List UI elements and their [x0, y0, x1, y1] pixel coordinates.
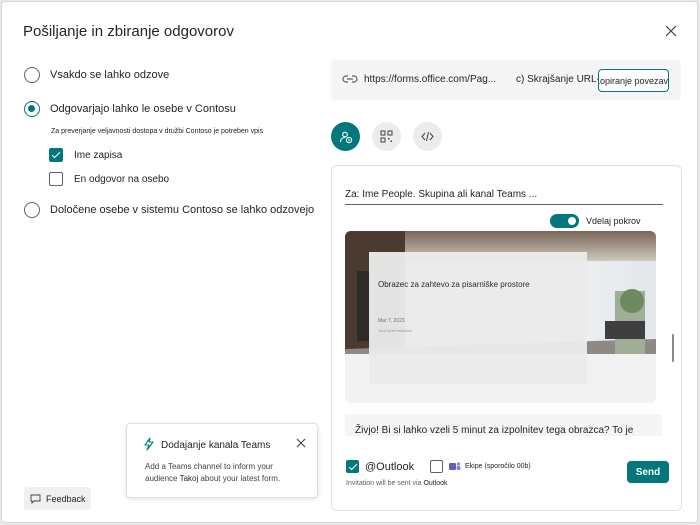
record-name-checkbox[interactable] — [49, 148, 63, 162]
record-name-label: Ime zapisa — [74, 149, 123, 161]
lightning-icon — [144, 437, 154, 451]
teams-checkbox[interactable] — [430, 460, 443, 473]
option-anyone[interactable]: Vsakdo se lahko odzove — [24, 67, 169, 83]
recipient-input[interactable]: Za: Ime People. Skupina ali kanal Teams … — [345, 189, 663, 205]
share-dialog: Pošiljanje in zbiranje odgovorov Vsakdo … — [1, 1, 698, 523]
feedback-button[interactable]: Feedback — [24, 487, 91, 510]
teams-channel-card: Dodajanje kanala Teams Add a Teams chann… — [126, 423, 318, 498]
feedback-icon — [30, 494, 41, 504]
teams-card-desc-audience: audience — [145, 474, 178, 483]
org-note: Za preverjanje veljavnosti dostopa v dru… — [51, 128, 264, 135]
teams-card-description: Add a Teams channel to inform your audie… — [145, 461, 305, 485]
delivery-note: Invitation will be sent via Outlook — [346, 480, 448, 487]
copy-link-button[interactable]: Kopiranje povezave — [598, 69, 669, 92]
panel-scrollbar[interactable] — [672, 334, 674, 362]
link-icon — [342, 75, 358, 83]
form-preview-date: Mar 7, 2023 — [378, 318, 405, 324]
qr-code-icon — [380, 130, 393, 143]
shorten-url-option[interactable]: c) Skrajšanje URL-ja — [516, 74, 608, 85]
cover-toggle[interactable] — [550, 214, 579, 228]
invite-footer: @Outlook Ekipe (sporočilo 00b) Invitatio… — [332, 436, 681, 510]
radio-anyone[interactable] — [24, 67, 40, 83]
option-anyone-label: Vsakdo se lahko odzove — [50, 69, 170, 81]
teams-icon — [449, 462, 461, 470]
form-preview-subtitle: Your form invitation — [378, 328, 413, 333]
cover-toggle-row[interactable]: Vdelaj pokrov — [550, 214, 641, 228]
via-app: Outlook — [423, 480, 448, 487]
embed-code-icon — [421, 131, 434, 142]
tab-embed[interactable] — [413, 122, 442, 151]
teams-card-desc-word: Takoj — [179, 474, 199, 483]
invite-panel: Za: Ime People. Skupina ali kanal Teams … — [331, 165, 682, 511]
option-specific-label: Določene osebe v sistemu Contoso se lahk… — [50, 204, 315, 216]
feedback-label: Feedback — [46, 493, 86, 504]
one-response-checkbox[interactable] — [49, 172, 63, 186]
teams-card-desc-line1: Add a Teams channel to inform your — [145, 462, 273, 471]
teams-card-desc-end: about your latest form. — [200, 474, 281, 483]
one-response-option[interactable]: En odgovor na osebo — [49, 172, 169, 186]
send-link-icon — [339, 131, 352, 143]
outlook-checkbox[interactable] — [346, 460, 359, 473]
option-org-label: Odgovarjajo lahko le osebe v Contosu — [50, 103, 236, 115]
tab-send-link[interactable] — [331, 122, 360, 151]
teams-option[interactable]: Ekipe (sporočilo 00b) — [430, 460, 531, 473]
record-name-option[interactable]: Ime zapisa — [49, 148, 122, 162]
form-card: Obrazec za zahtevo za pisarniške prostor… — [369, 252, 587, 384]
send-button[interactable]: Send — [627, 461, 669, 483]
via-text: Invitation will be sent via — [346, 480, 422, 487]
cover-toggle-label: Vdelaj pokrov — [586, 216, 641, 226]
tab-qr-code[interactable] — [372, 122, 401, 151]
close-icon[interactable] — [662, 22, 680, 40]
form-preview-title: Obrazec za zahtevo za pisarniške prostor… — [378, 280, 530, 289]
radio-org[interactable] — [24, 101, 40, 117]
outlook-option[interactable]: @Outlook — [346, 460, 414, 473]
one-response-label: En odgovor na osebo — [74, 173, 170, 185]
form-preview: Obrazec za zahtevo za pisarniške prostor… — [345, 231, 656, 403]
teams-card-title: Dodajanje kanala Teams — [161, 440, 271, 451]
outlook-label: @Outlook — [365, 460, 415, 473]
option-specific[interactable]: Določene osebe v sistemu Contoso se lahk… — [24, 202, 314, 218]
teams-label: Ekipe (sporočilo 00b) — [465, 463, 531, 470]
radio-specific[interactable] — [24, 202, 40, 218]
form-url[interactable]: https://forms.office.com/Pag... — [364, 74, 496, 85]
dialog-title: Pošiljanje in zbiranje odgovorov — [23, 23, 234, 40]
link-bar: https://forms.office.com/Pag... c) Skraj… — [331, 60, 681, 100]
option-org[interactable]: Odgovarjajo lahko le osebe v Contosu — [24, 101, 236, 117]
close-icon[interactable] — [295, 437, 307, 449]
